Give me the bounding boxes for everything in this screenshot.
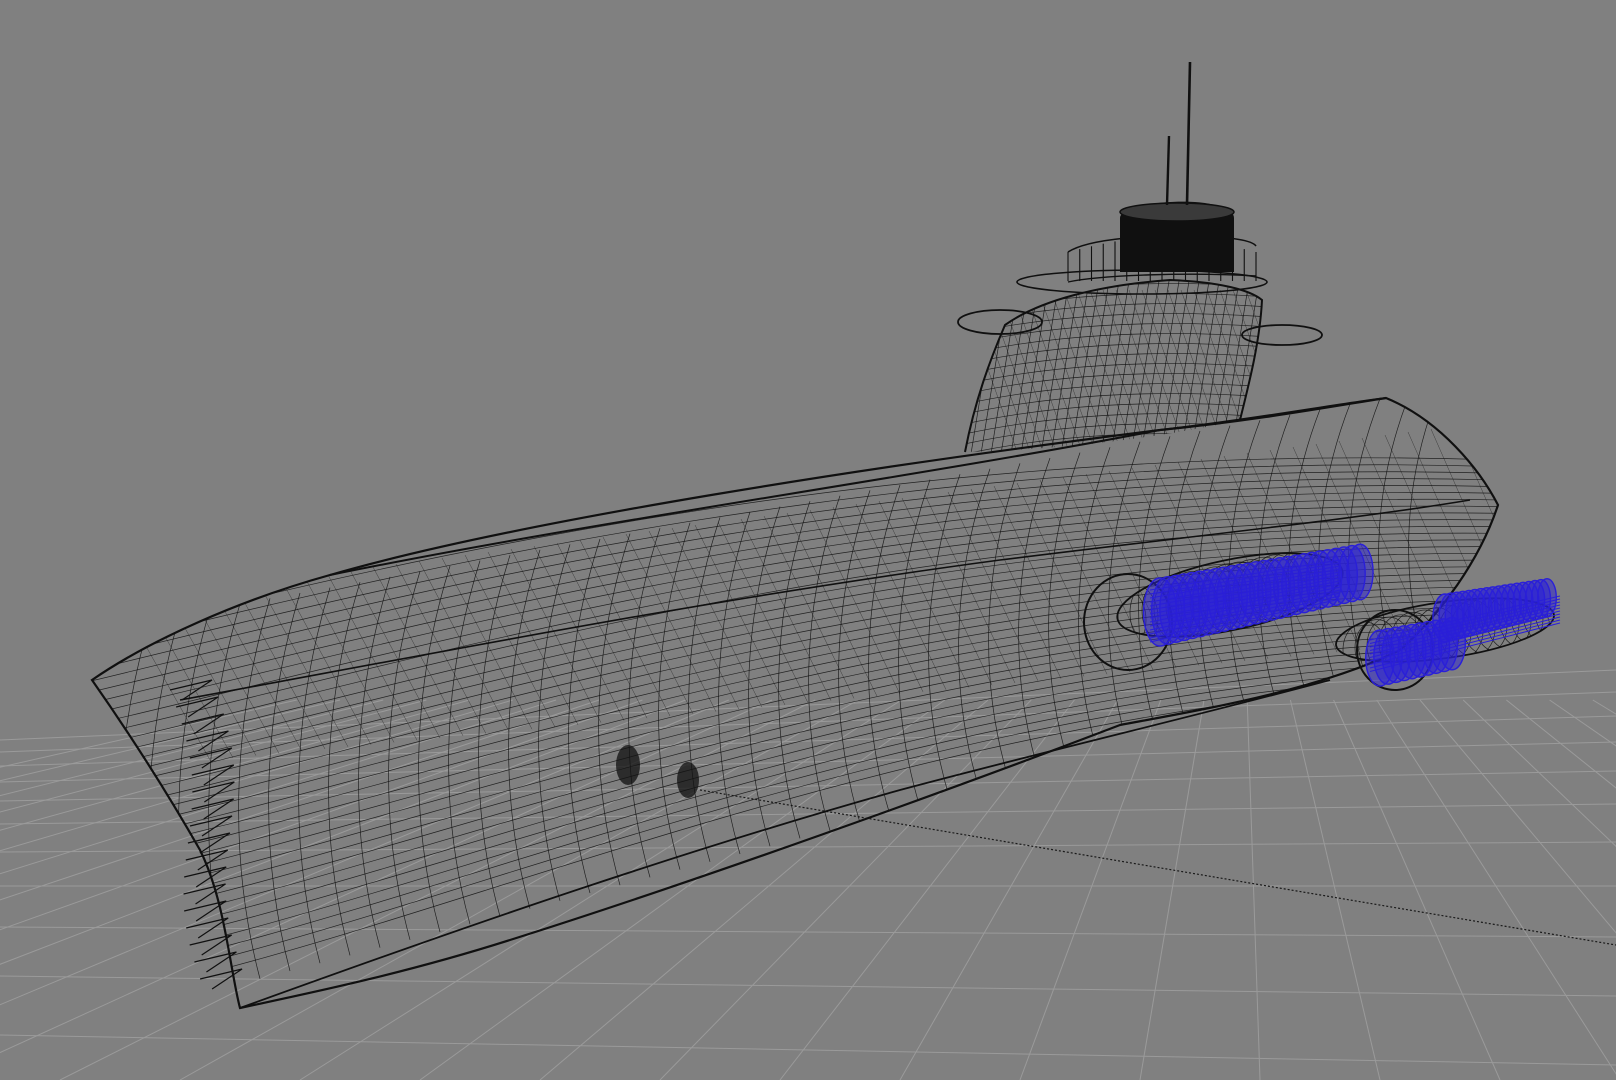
- grid-line: [0, 699, 686, 965]
- grid-line: [1289, 699, 1381, 1080]
- grid-line: [1592, 699, 1616, 715]
- grid-line: [1246, 699, 1261, 1080]
- grid-line: [1333, 699, 1501, 1080]
- grid-line: [0, 803, 1616, 825]
- submarine-model[interactable]: [80, 61, 1591, 1010]
- grid-line: [0, 699, 297, 768]
- hull-icon[interactable]: [80, 388, 1567, 1010]
- antenna-mast-icon: [1165, 135, 1171, 206]
- grid-line: [0, 1034, 1616, 1066]
- grid-line: [0, 699, 643, 931]
- grid-line: [419, 699, 946, 1080]
- grid-line: [1019, 699, 1162, 1080]
- grid-line: [1139, 699, 1205, 1080]
- periscope-mast-icon: [1185, 61, 1192, 206]
- sail-fin-port-icon: [957, 309, 1043, 335]
- grid-line: [0, 699, 513, 852]
- sail-icon[interactable]: [957, 269, 1323, 475]
- world-x-axis: [699, 789, 1616, 946]
- 3d-viewport[interactable]: [0, 0, 1616, 1080]
- grid-line: [0, 699, 773, 1054]
- grid-line: [299, 699, 902, 1080]
- grid-line: [0, 691, 1616, 753]
- hull-port-icon: [616, 745, 699, 798]
- grid-line: [1419, 699, 1616, 934]
- grid-line: [539, 699, 989, 1080]
- conning-tower-cap-icon: [1119, 201, 1235, 272]
- grid-line: [1462, 699, 1616, 848]
- sail-fin-starboard-icon: [1241, 324, 1323, 346]
- viewport-canvas[interactable]: [0, 0, 1616, 1080]
- grid-line: [0, 975, 1616, 997]
- grid-line: [1549, 699, 1616, 747]
